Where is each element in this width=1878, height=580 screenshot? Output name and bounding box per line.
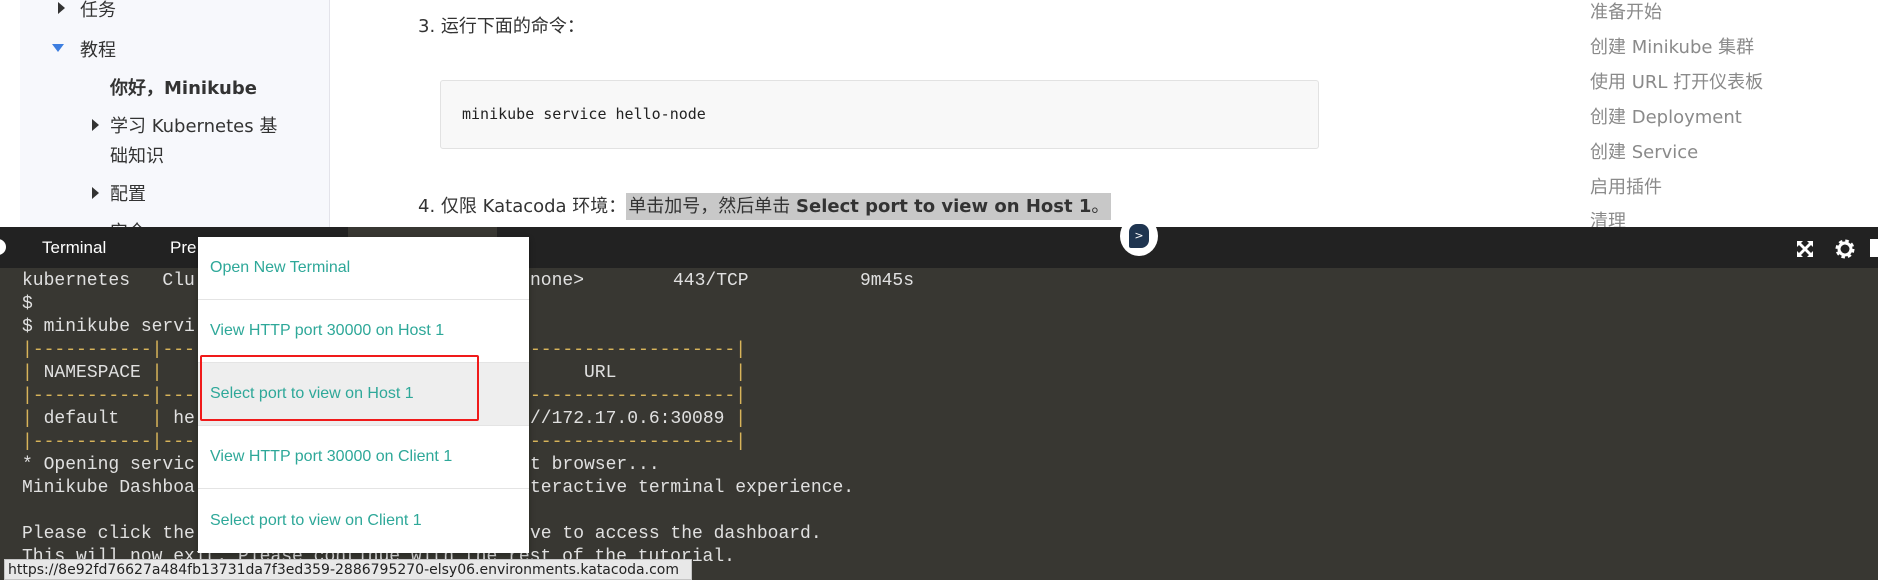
status-bar-url: https://8e92fd76627a484fb13731da7f3ed359… — [4, 559, 692, 580]
katacoda-logo-icon — [0, 239, 6, 255]
terminal-age: 9m45s — [860, 271, 915, 291]
menu-item-view-http-host[interactable]: View HTTP port 30000 on Host 1 — [198, 300, 529, 363]
menu-item-select-port-client[interactable]: Select port to view on Client 1 — [198, 489, 529, 552]
terminal-line-right: -------------------| — [530, 432, 747, 452]
toc-item[interactable]: 使用 URL 打开仪表板 — [1590, 68, 1763, 94]
sidebar-item-tutorials[interactable]: 教程 — [80, 36, 116, 62]
sidebar-item-hello-minikube[interactable]: 你好，Minikube — [110, 74, 257, 100]
toc-item[interactable]: 创建 Deployment — [1590, 103, 1742, 129]
code-block: minikube service hello-node — [440, 80, 1319, 149]
terminal-line-left: | default | he — [22, 409, 195, 429]
terminal-line-left: $ — [22, 294, 33, 314]
fullscreen-icon[interactable] — [1795, 239, 1815, 259]
terminal-line-left: Please click the — [22, 524, 195, 544]
step-4-highlight: 单击加号，然后单击 Select port to view on Host 1。 — [626, 193, 1112, 220]
toc-item[interactable]: 创建 Minikube 集群 — [1590, 33, 1754, 59]
terminal-line-right: //172.17.0.6:30089 | — [530, 409, 747, 429]
tab-terminal[interactable]: Terminal — [42, 238, 106, 258]
caret-down-icon[interactable] — [52, 44, 64, 52]
gear-icon[interactable] — [1834, 238, 1856, 260]
sidebar-item-kubernetes-basics-cont[interactable]: 础知识 — [110, 142, 164, 168]
terminal-line-right: t browser... — [530, 455, 660, 475]
tab-preview[interactable]: Pre — [170, 238, 196, 258]
terminal-line-right: -------------------| — [530, 386, 747, 406]
caret-right-icon[interactable] — [92, 119, 99, 131]
step-4-end: 。 — [1091, 196, 1110, 217]
caret-right-icon[interactable] — [92, 187, 99, 199]
menu-item-open-new-terminal[interactable]: Open New Terminal — [198, 237, 529, 300]
sidebar-item-kubernetes-basics[interactable]: 学习 Kubernetes 基 — [110, 112, 277, 138]
menu-item-view-http-client[interactable]: View HTTP port 30000 on Client 1 — [198, 426, 529, 489]
toc-item[interactable]: 启用插件 — [1590, 173, 1662, 199]
terminal-line-left: | NAMESPACE | — [22, 363, 163, 383]
terminal-line-left: $ minikube servi — [22, 317, 195, 337]
annotation-highlight-box — [200, 355, 479, 421]
terminal-line-left: * Opening servic — [22, 455, 195, 475]
toc-item[interactable]: 准备开始 — [1590, 0, 1662, 24]
terminal-line-left: Minikube Dashboa — [22, 478, 195, 498]
terminal-line-right: none> — [530, 271, 585, 291]
terminal-line-right: URL | — [530, 363, 747, 383]
terminal-port: 443/TCP — [673, 271, 749, 291]
terminal-line-left: |-----------|--- — [22, 386, 195, 406]
more-icon[interactable] — [1870, 239, 1878, 257]
step-4-prefix: 4. 仅限 Katacoda 环境： — [418, 196, 627, 217]
terminal-line-right: teractive terminal experience. — [530, 478, 855, 498]
step-4-bold: Select port to view on Host 1 — [796, 196, 1092, 217]
terminal-line-left: |-----------|--- — [22, 432, 195, 452]
toc-item[interactable]: 创建 Service — [1590, 138, 1698, 164]
caret-right-icon[interactable] — [58, 2, 65, 14]
step-3-text: 3. 运行下面的命令： — [418, 16, 585, 37]
step-4-text: 4. 仅限 Katacoda 环境： 单击加号，然后单击 Select port … — [418, 192, 1112, 220]
step-4-hl-text: 单击加号，然后单击 — [628, 196, 797, 217]
terminal-line-right: -------------------| — [530, 340, 747, 360]
terminal-line-right: ve to access the dashboard. — [530, 524, 822, 544]
docs-sidebar: 任务 教程 你好，Minikube 学习 Kubernetes 基 础知识 配置… — [20, 0, 330, 243]
terminal-line-left: kubernetes Clu — [22, 271, 195, 291]
sidebar-item-config[interactable]: 配置 — [110, 180, 146, 206]
code-text: minikube service hello-node — [462, 105, 706, 123]
terminal-line-left: |-----------|--- — [22, 340, 195, 360]
sidebar-item-tasks[interactable]: 任务 — [80, 0, 116, 22]
katacoda-assistant-button[interactable]: > — [1120, 216, 1158, 256]
